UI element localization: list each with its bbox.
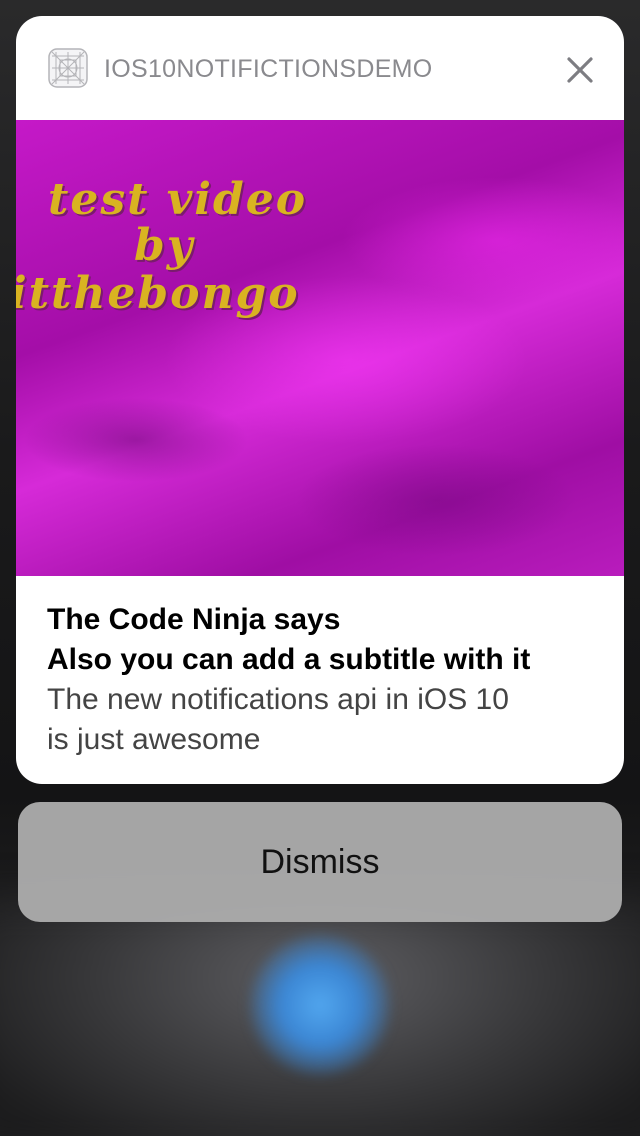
notification-title: The Code Ninja says [47,603,341,636]
dismiss-label: Dismiss [260,842,380,881]
notification-card[interactable]: IOS10NOTIFICTIONSDEMO test video by itth… [16,16,624,784]
notification-subtitle: Also you can add a subtitle with it [47,643,531,676]
app-name: IOS10NOTIFICTIONSDEMO [104,55,433,83]
app-grid-icon [48,48,88,88]
notification-message-line: The new notifications api in iOS 10 [47,683,509,716]
video-attachment[interactable]: test video by itthebongo [16,120,624,576]
close-icon[interactable] [562,52,598,88]
dismiss-button[interactable]: Dismiss [18,802,622,922]
notification-body: The Code Ninja says Also you can add a s… [47,600,607,760]
blurred-blue-glow [250,935,390,1075]
video-caption-line: by [134,220,195,271]
notification-message-line: is just awesome [47,723,261,756]
lock-screen-background: IOS10NOTIFICTIONSDEMO test video by itth… [0,0,640,1136]
notification-header: IOS10NOTIFICTIONSDEMO [16,16,624,120]
video-caption-line: itthebongo [16,268,300,319]
video-caption-line: test video [48,174,308,225]
